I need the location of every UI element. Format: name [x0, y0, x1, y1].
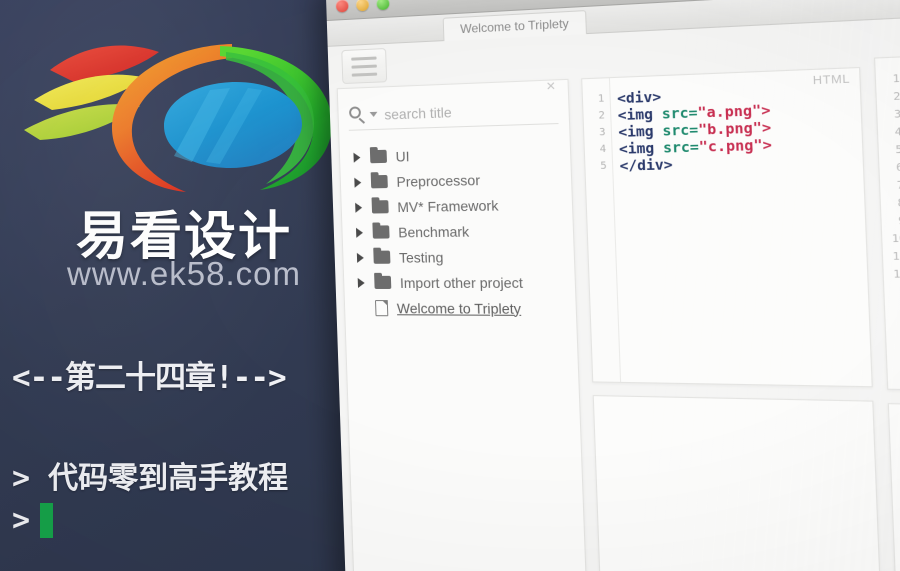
code-token: <img [617, 105, 663, 125]
line-number: 5 [895, 144, 900, 157]
screenshot-stage: 易看设计 www.ek58.com <--第二十四章!--> > 代码零到高手教… [0, 0, 900, 571]
maximize-window-icon[interactable] [376, 0, 390, 11]
code-token: </div> [619, 156, 673, 175]
folder-icon [371, 200, 389, 214]
promo-prompt: > [12, 503, 31, 538]
search-input[interactable] [384, 100, 537, 123]
line-number: 4 [894, 126, 900, 139]
folder-icon [372, 225, 390, 239]
chevron-right-icon[interactable] [356, 252, 364, 263]
chevron-right-icon[interactable] [355, 202, 363, 213]
html-code-text[interactable]: <div> <img src="a.png"> <img src="b.png"> <… [616, 81, 858, 175]
tree-item-label: Testing [398, 248, 444, 266]
tree-item-label: Preprocessor [396, 171, 481, 190]
project-sidebar: × UI Preprocessor [336, 77, 588, 571]
line-number: 2 [893, 90, 900, 104]
close-window-icon[interactable] [335, 0, 349, 13]
html-line-number-gutter: 1 2 3 4 5 [582, 78, 622, 382]
line-number: 2 [598, 109, 606, 122]
line-number: 7 [896, 179, 900, 193]
html-code-panel[interactable]: HTML 1 2 3 4 5 <div> <img src="a.png"> <im… [581, 66, 873, 388]
file-tree: UI Preprocessor MV* Framework Benchmark … [340, 138, 577, 321]
code-editor-window: Welcome to Triplety HTML CSS [325, 0, 900, 571]
hamburger-line [351, 72, 378, 77]
folder-icon [374, 275, 392, 289]
editor-body: × UI Preprocessor [327, 4, 900, 571]
code-token: src= [661, 104, 698, 123]
line-number: 3 [893, 108, 900, 122]
chevron-down-icon[interactable] [369, 111, 378, 118]
spacer-icon [359, 303, 366, 313]
chevron-right-icon[interactable] [354, 177, 362, 188]
line-number: 1 [597, 93, 605, 105]
chevron-right-icon[interactable] [355, 227, 364, 238]
hamburger-menu-icon[interactable] [341, 48, 388, 85]
brand-logo: 易看设计 www.ek58.com [14, 22, 354, 292]
line-number: 1 [892, 73, 900, 86]
tree-item-label: MV* Framework [397, 196, 499, 215]
css-line-number-gutter: 1 2 3 4 5 6 7 8 9 10 11 12 [875, 57, 900, 390]
line-number: 4 [599, 143, 607, 156]
code-token: src= [662, 121, 699, 140]
search-handle [358, 117, 366, 125]
hamburger-line [351, 64, 377, 69]
tree-item-label: UI [395, 147, 410, 165]
code-token: <img [618, 139, 664, 158]
code-token: <img [618, 122, 663, 142]
code-token: <div> [616, 88, 662, 108]
line-number: 12 [892, 268, 900, 281]
tree-item-label[interactable]: Welcome to Triplety [397, 300, 522, 317]
line-number: 9 [881, 213, 900, 231]
line-number: 10 [891, 233, 900, 246]
promo-subtitle: > 代码零到高手教程 [12, 461, 289, 496]
minimize-window-icon[interactable] [355, 0, 370, 12]
folder-icon [373, 250, 391, 264]
line-number: 11 [892, 250, 900, 264]
promo-chapter: <--第二十四章!--> [12, 360, 287, 396]
folder-icon [369, 149, 388, 164]
brand-url: www.ek58.com [67, 255, 301, 292]
hamburger-line [351, 56, 377, 61]
phoenix-logo-icon [24, 44, 332, 192]
code-token: src= [662, 138, 700, 157]
css-code-panel[interactable]: 1 2 3 4 5 6 7 8 9 10 11 12 img{ position… [873, 44, 900, 396]
line-number: 5 [600, 160, 607, 173]
file-icon [374, 299, 389, 316]
folder-icon [370, 174, 388, 189]
tree-item-label: Benchmark [397, 222, 470, 240]
promo-text: <--第二十四章!--> > 代码零到高手教程 > [12, 352, 392, 538]
search-row: × [347, 77, 559, 131]
line-number: 8 [897, 197, 900, 210]
text-caret [40, 503, 54, 538]
code-token: "b.png"> [697, 119, 772, 139]
search-icon[interactable] [348, 105, 367, 125]
line-number: 3 [598, 126, 606, 139]
tree-item-welcome-to-triplety[interactable]: Welcome to Triplety [345, 295, 577, 321]
tree-item-mv-framework[interactable]: MV* Framework [341, 191, 572, 220]
tree-item-label: Import other project [399, 273, 524, 291]
promo-prompt-row: > [12, 503, 392, 538]
tree-item-import-other-project[interactable]: Import other project [344, 269, 575, 295]
close-icon[interactable]: × [542, 77, 559, 95]
line-number: 6 [895, 161, 900, 175]
code-token: "c.png"> [698, 136, 773, 156]
preview-panel[interactable] [592, 395, 885, 571]
chevron-right-icon[interactable] [357, 277, 365, 288]
chevron-right-icon[interactable] [353, 152, 361, 163]
tree-item-testing[interactable]: Testing [343, 243, 574, 270]
tree-item-benchmark[interactable]: Benchmark [342, 217, 573, 245]
output-preview-panel[interactable] [887, 403, 900, 571]
